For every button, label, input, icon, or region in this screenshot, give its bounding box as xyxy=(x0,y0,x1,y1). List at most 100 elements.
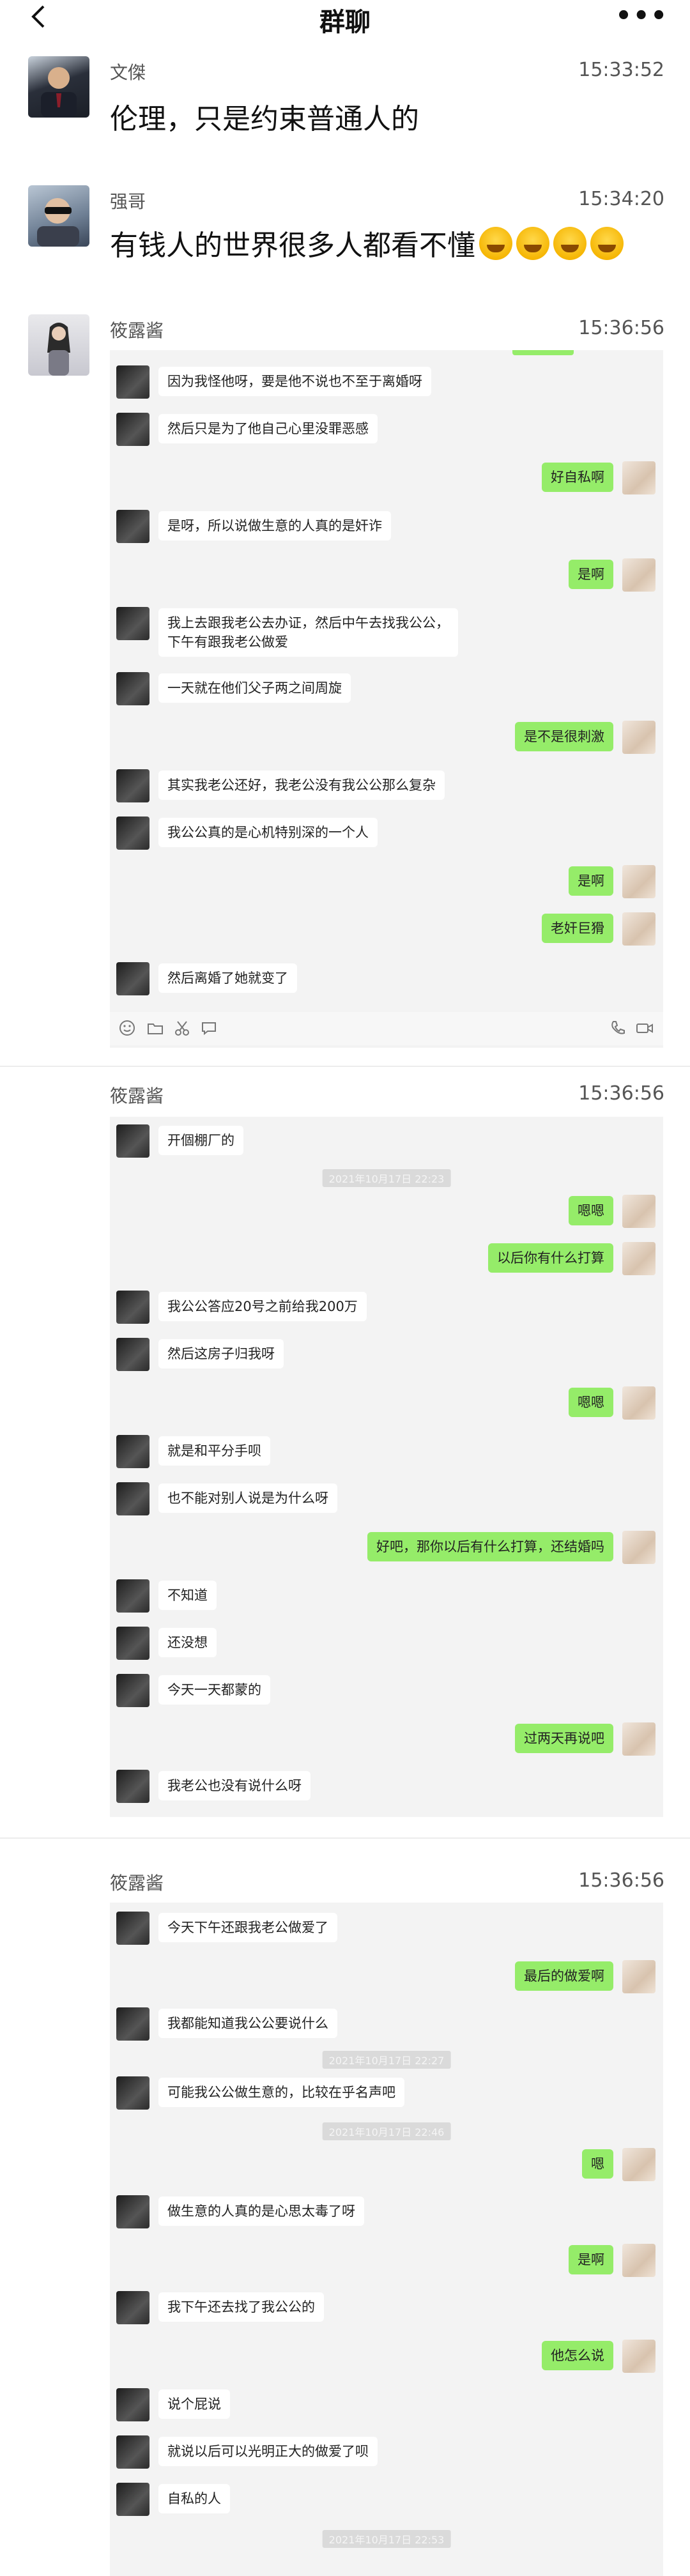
chat-bubble: 嗯嗯 xyxy=(569,1388,613,1417)
list-item: 嗯 xyxy=(110,2145,663,2184)
chat-bubble: 是啊 xyxy=(569,866,613,896)
chat-bubble: 是啊 xyxy=(569,560,613,589)
chat-bubble: 过两天再说吧 xyxy=(515,1724,613,1753)
avatar[interactable] xyxy=(28,56,89,118)
sender-name: 强哥 xyxy=(110,191,146,212)
list-item: 说个屁说 xyxy=(110,2386,663,2424)
avatar xyxy=(116,510,150,543)
avatar xyxy=(622,1386,656,1420)
chat-bubble: 嗯嗯 xyxy=(569,1196,613,1225)
list-item: 好自私啊 xyxy=(110,459,663,497)
list-item: 也不能对别人说是为什么呀 xyxy=(110,1480,663,1518)
list-item: 不知道 xyxy=(110,1577,663,1615)
list-item: 老奸巨猾 xyxy=(110,910,663,948)
chat-bubble: 今天一天都蒙的 xyxy=(158,1675,270,1705)
divider xyxy=(0,1066,690,1067)
avatar xyxy=(116,1482,150,1515)
avatar xyxy=(116,769,150,802)
list-item: 今天一天都蒙的 xyxy=(110,1671,663,1710)
message-text: 有钱人的世界很多人都看不懂 xyxy=(110,222,624,263)
list-item: 其实我老公还好，我老公没有我公公那么复杂 xyxy=(110,767,663,805)
timestamp: 2021年10月17日 22:53 xyxy=(322,2530,451,2548)
message-time: 15:36:56 xyxy=(578,1869,664,1892)
list-item: 就是和平分手呗 xyxy=(110,1432,663,1471)
chat-bubble: 我公公真的是心机特别深的一个人 xyxy=(158,818,378,847)
avatar xyxy=(116,1674,150,1707)
person-avatar-icon xyxy=(47,323,70,376)
chat-bubble: 以后你有什么打算 xyxy=(488,1243,613,1273)
chat-bubble: 不知道 xyxy=(158,1581,217,1610)
chat-bubble: 还没想 xyxy=(158,1628,217,1657)
avatar[interactable] xyxy=(28,185,89,247)
chat-bubble: 其实我老公还好，我老公没有我公公那么复杂 xyxy=(158,770,445,800)
chat-bubble: 好吧，那你以后有什么打算，还结婚吗 xyxy=(367,1532,613,1561)
chat-bubble: 然后这房子归我呀 xyxy=(158,1339,284,1368)
list-item: 是啊 xyxy=(110,2241,663,2280)
chat-bubble: 也不能对别人说是为什么呀 xyxy=(158,1483,337,1513)
list-item: 我都能知道我公公要说什么 xyxy=(110,2005,663,2043)
avatar xyxy=(622,912,656,946)
avatar xyxy=(622,721,656,754)
chat-screenshot-image[interactable]: 因为我怪他呀，要是他不说也不至于离婚呀 然后只是为了他自己心里没罪恶感 好自私啊… xyxy=(110,350,663,1048)
message-item: 文傑 15:33:52 伦理，只是约束普通人的 xyxy=(0,56,690,146)
avatar[interactable] xyxy=(28,314,89,376)
chat-bubble: 好自私啊 xyxy=(542,463,613,492)
list-item: 我公公答应20号之前给我200万 xyxy=(110,1288,663,1326)
list-item: 是啊 xyxy=(110,862,663,901)
chat-bubble: 他怎么说 xyxy=(542,2341,613,2370)
chat-icon xyxy=(202,1022,216,1036)
list-item: 以后你有什么打算 xyxy=(110,1239,663,1278)
chat-bubble: 是啊 xyxy=(569,2245,613,2274)
avatar xyxy=(116,2483,150,2516)
sender-name: 文傑 xyxy=(110,62,146,83)
list-item: 我老公也没有说什么呀 xyxy=(110,1767,663,1805)
video-call-icon xyxy=(636,1023,653,1033)
list-item: 自私的人 xyxy=(110,2480,663,2518)
avatar xyxy=(116,413,150,446)
avatar xyxy=(116,1435,150,1468)
avatar xyxy=(622,1531,656,1564)
avatar xyxy=(622,1960,656,1993)
laughing-tears-emoji-icon xyxy=(553,227,586,260)
more-options-icon[interactable]: ••• xyxy=(615,1,668,31)
chat-bubble: 一天就在他们父子两之间周旋 xyxy=(158,673,351,703)
avatar xyxy=(622,461,656,494)
list-item: 嗯嗯 xyxy=(110,1384,663,1422)
avatar xyxy=(622,558,656,592)
chat-bubble: 就是和平分手呗 xyxy=(158,1436,270,1466)
person-avatar-icon xyxy=(37,198,79,247)
chat-screenshot-image[interactable]: 开個棚厂的 2021年10月17日 22:23 嗯嗯 以后你有什么打算 我公公答… xyxy=(110,1117,663,1817)
cropped-bubble xyxy=(512,350,574,355)
emoji-icon xyxy=(119,1020,135,1036)
message-text: 伦理，只是约束普通人的 xyxy=(110,103,419,135)
message-time: 15:36:56 xyxy=(578,1082,664,1105)
chat-screenshot-image[interactable]: 今天下午还跟我老公做爱了 最后的做爱啊 我都能知道我公公要说什么 2021年10… xyxy=(110,1903,663,2576)
avatar xyxy=(116,1291,150,1324)
avatar xyxy=(116,2291,150,2324)
list-item: 他怎么说 xyxy=(110,2337,663,2375)
avatar xyxy=(116,607,150,640)
list-item: 是不是很刺激 xyxy=(110,718,663,756)
avatar xyxy=(116,2076,150,2110)
chat-bubble: 就说以后可以光明正大的做爱了呗 xyxy=(158,2437,378,2466)
chat-bubble: 是不是很刺激 xyxy=(515,722,613,751)
chat-bubble: 嗯 xyxy=(582,2149,613,2179)
list-item: 今天下午还跟我老公做爱了 xyxy=(110,1909,663,1947)
folder-icon xyxy=(148,1023,163,1034)
message-time: 15:36:56 xyxy=(578,317,664,339)
phone-icon xyxy=(611,1021,625,1034)
list-item: 然后只是为了他自己心里没罪恶感 xyxy=(110,410,663,448)
chat-bubble: 我上去跟我老公去办证，然后中午去找我公公， 下午有跟我老公做爱 xyxy=(158,608,458,657)
message-item: 强哥 15:34:20 有钱人的世界很多人都看不懂 xyxy=(0,185,690,275)
chat-bubble: 我都能知道我公公要说什么 xyxy=(158,2009,337,2038)
list-item: 是呀，所以说做生意的人真的是奸诈 xyxy=(110,507,663,546)
top-bar: 群聊 ••• xyxy=(0,0,690,37)
sender-name: 筱露酱 xyxy=(110,1085,164,1107)
avatar xyxy=(116,672,150,705)
avatar xyxy=(116,816,150,850)
avatar xyxy=(116,1338,150,1371)
timestamp: 2021年10月17日 22:46 xyxy=(322,2122,451,2140)
list-item: 最后的做爱啊 xyxy=(110,1958,663,1996)
avatar xyxy=(116,2007,150,2041)
avatar xyxy=(622,1722,656,1756)
